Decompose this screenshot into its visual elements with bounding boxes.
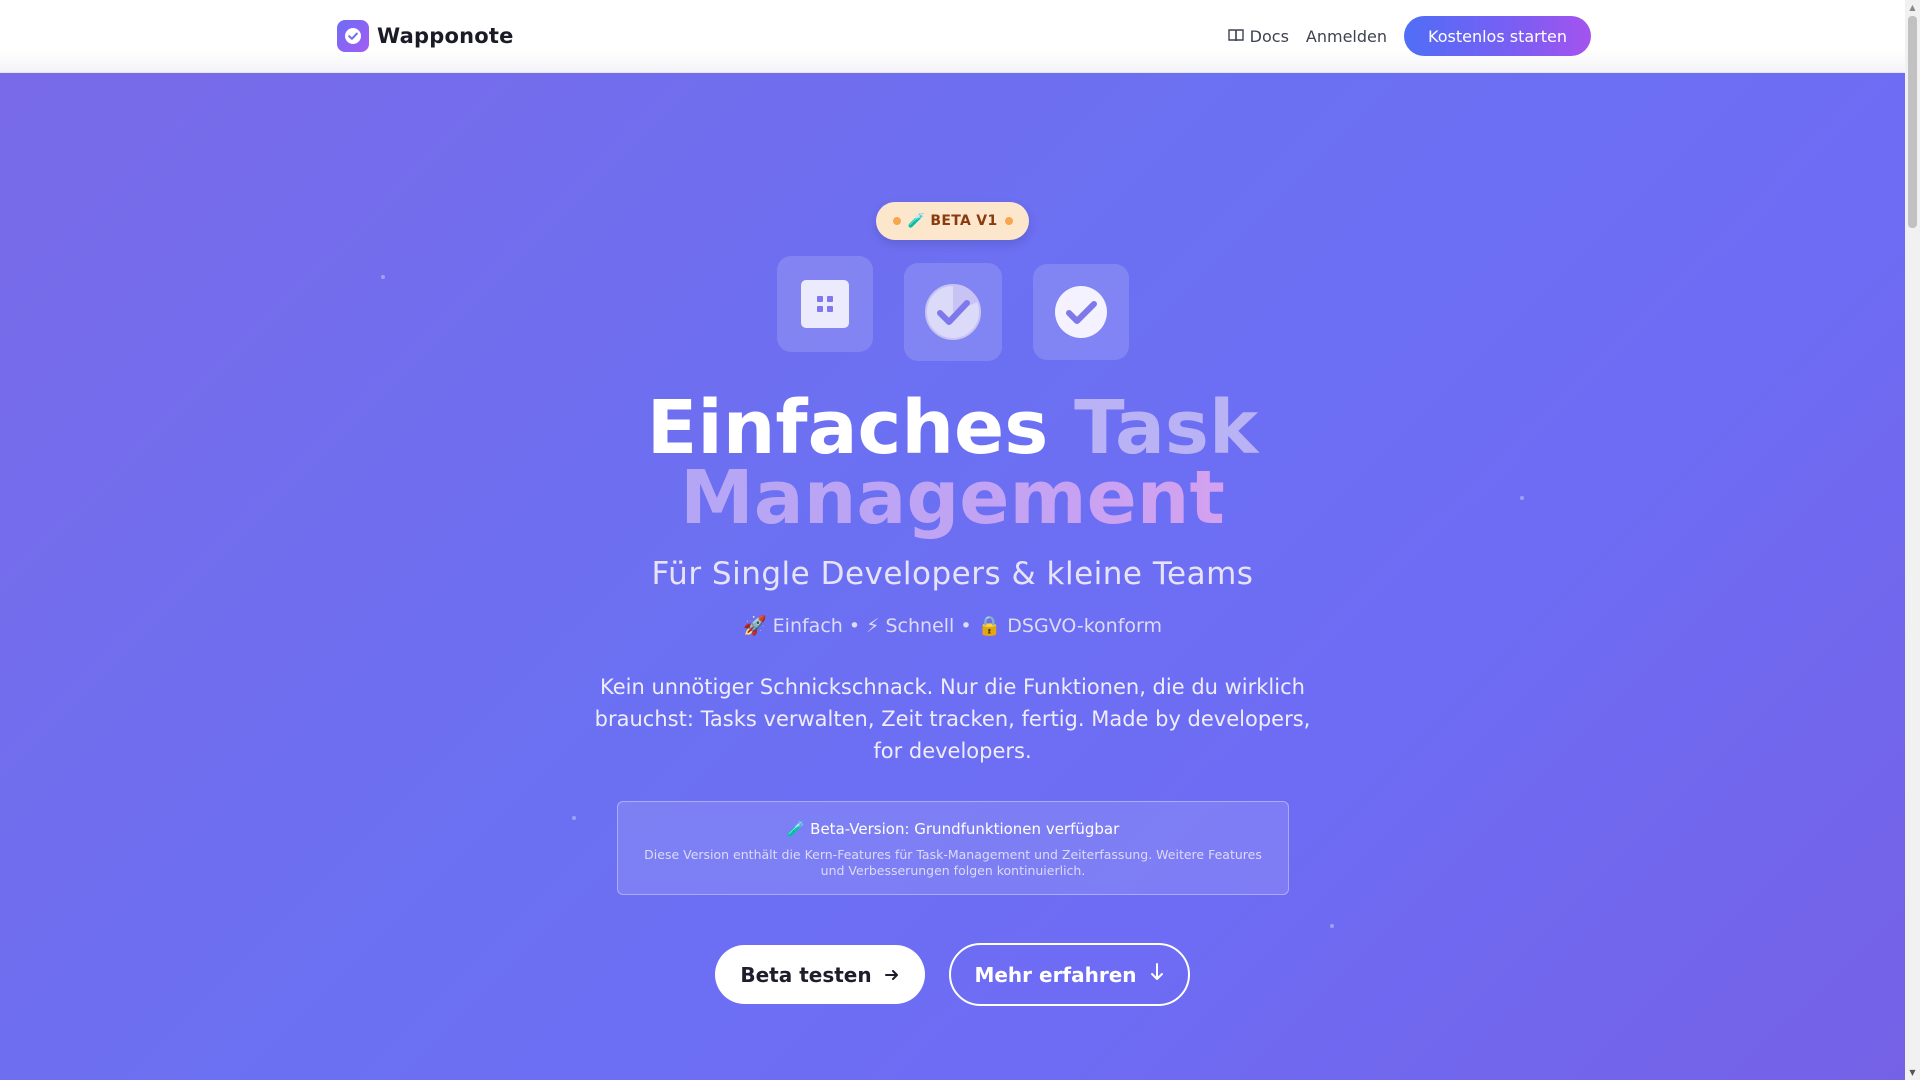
page-scrollbar[interactable]: ▲ ▼: [1905, 0, 1920, 1080]
page: Wapponote Docs Anmelden Kostenlos starte…: [0, 0, 1905, 1080]
login-link[interactable]: Anmelden: [1306, 27, 1387, 46]
docs-link[interactable]: Docs: [1227, 26, 1289, 46]
arrow-down-icon: [1149, 962, 1165, 987]
badge-dot: [1004, 217, 1013, 225]
check-circle-icon: [1033, 264, 1129, 360]
clock-check-icon: [904, 263, 1002, 361]
beta-test-button[interactable]: Beta testen: [715, 945, 925, 1004]
grid-icon: [777, 256, 873, 352]
hero-subtitle: Für Single Developers & kleine Teams: [651, 556, 1254, 592]
beta-info-title: 🧪 Beta-Version: Grundfunktionen verfügba…: [786, 820, 1120, 838]
learn-more-button[interactable]: Mehr erfahren: [949, 943, 1190, 1006]
beta-info-text: Diese Version enthält die Kern-Features …: [644, 847, 1262, 878]
decor-dot: [381, 275, 385, 279]
hero-title: Einfaches Task Management: [560, 391, 1345, 535]
start-free-button[interactable]: Kostenlos starten: [1404, 16, 1591, 56]
learn-more-button-label: Mehr erfahren: [974, 962, 1137, 987]
brand[interactable]: Wapponote: [337, 20, 514, 52]
hero-tagline: 🚀 Einfach • ⚡ Schnell • 🔒 DSGVO-konform: [742, 615, 1163, 637]
beta-badge: 🧪 BETA V1: [876, 202, 1029, 240]
beta-badge-label: 🧪 BETA V1: [907, 213, 998, 229]
badge-dot: [892, 217, 901, 225]
scroll-down-arrow-icon[interactable]: ▼: [1905, 1065, 1920, 1080]
hero-description: Kein unnötiger Schnickschnack. Nur die F…: [594, 675, 1311, 763]
docs-link-label: Docs: [1249, 26, 1289, 46]
book-icon: [1227, 27, 1244, 46]
beta-info-box: 🧪 Beta-Version: Grundfunktionen verfügba…: [617, 801, 1289, 895]
check-circle-icon: [337, 20, 369, 52]
brand-name: Wapponote: [377, 24, 514, 48]
decor-dot: [1330, 924, 1334, 928]
beta-test-button-label: Beta testen: [740, 962, 872, 987]
decor-dot: [572, 816, 576, 820]
header-nav: Docs Anmelden Kostenlos starten: [1227, 16, 1591, 56]
decor-dot: [1520, 496, 1524, 500]
scroll-up-arrow-icon[interactable]: ▲: [1905, 0, 1920, 15]
arrow-right-icon: [884, 963, 900, 987]
hero-title-word: Management: [680, 455, 1225, 541]
scrollbar-thumb[interactable]: [1908, 16, 1917, 228]
top-navbar: Wapponote Docs Anmelden Kostenlos starte…: [0, 0, 1905, 73]
